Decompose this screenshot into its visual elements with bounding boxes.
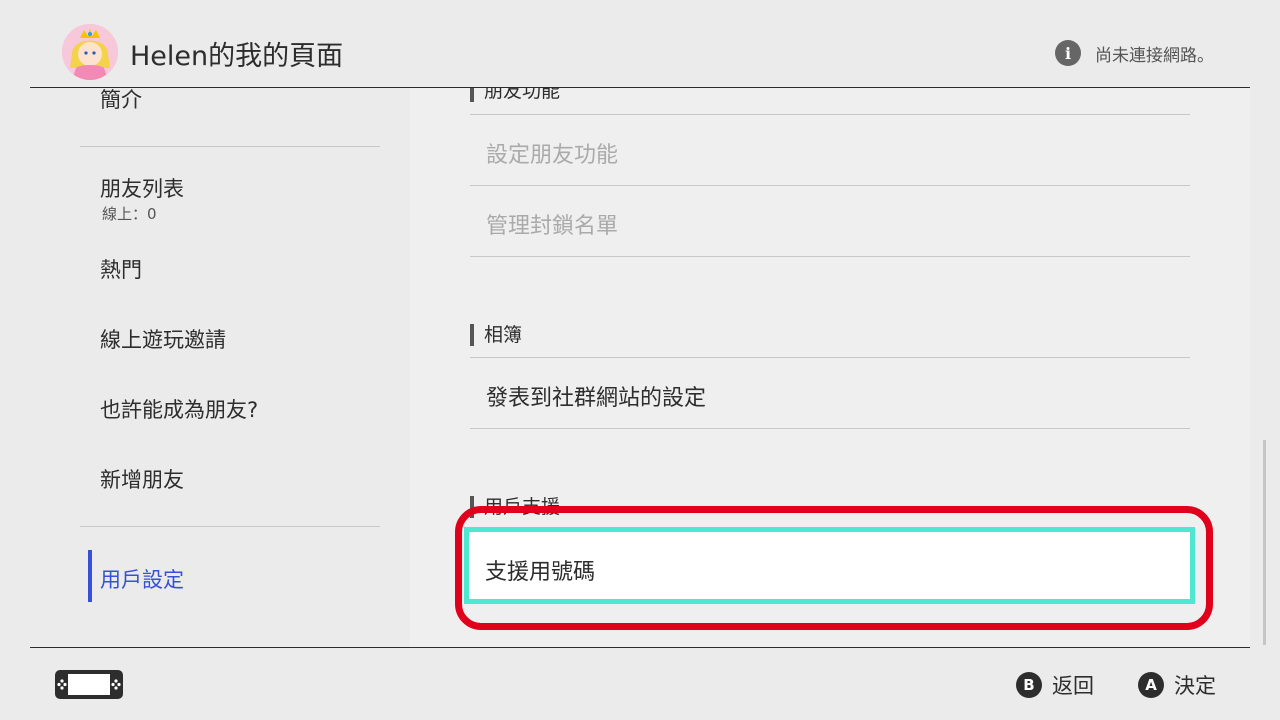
active-indicator (88, 550, 92, 602)
info-icon: i (1055, 40, 1081, 66)
user-avatar[interactable] (62, 24, 118, 80)
row-divider (470, 428, 1190, 429)
footer-divider (30, 647, 1250, 648)
a-button-icon: A (1138, 672, 1164, 698)
page-title: Helen的我的頁面 (130, 41, 344, 72)
network-status[interactable]: i 尚未連接網路。 (1055, 40, 1214, 66)
sidebar: 簡介 朋友列表 線上：0 熱門 線上遊玩邀請 也許能成為朋友? 新增朋友 用戶設… (30, 88, 410, 647)
sidebar-divider (80, 526, 380, 527)
header: Helen的我的頁面 i 尚未連接網路。 (0, 0, 1280, 88)
sidebar-divider (80, 146, 380, 147)
setting-friend-features[interactable]: 設定朋友功能 (486, 137, 618, 169)
sidebar-item-online-invites[interactable]: 線上遊玩邀請 (100, 324, 226, 354)
row-divider (470, 114, 1190, 115)
scrollbar[interactable] (1263, 440, 1266, 645)
sidebar-item-user-settings[interactable]: 用戶設定 (100, 564, 184, 594)
setting-social-posting[interactable]: 發表到社群網站的設定 (486, 380, 706, 412)
sidebar-item-friend-list[interactable]: 朋友列表 (100, 173, 184, 203)
section-heading-friend-features: 朋友功能 (470, 88, 560, 102)
row-divider (470, 357, 1190, 358)
confirm-button-label: 決定 (1174, 674, 1216, 698)
confirm-button[interactable]: A 決定 (1138, 671, 1216, 699)
setting-block-list[interactable]: 管理封鎖名單 (486, 208, 618, 240)
row-divider (470, 256, 1190, 257)
section-heading-album: 相簿 (470, 324, 522, 346)
network-status-text: 尚未連接網路。 (1095, 45, 1214, 66)
highlight-annotation (455, 506, 1213, 630)
back-button-label: 返回 (1052, 674, 1094, 698)
sidebar-item-friend-suggestions[interactable]: 也許能成為朋友? (100, 394, 258, 424)
b-button-icon: B (1016, 672, 1042, 698)
sidebar-item-add-friend[interactable]: 新增朋友 (100, 464, 184, 494)
console-handheld-icon (55, 670, 123, 699)
sidebar-item-trending[interactable]: 熱門 (100, 254, 142, 284)
row-divider (470, 185, 1190, 186)
friend-online-count: 線上：0 (102, 205, 157, 223)
sidebar-item-profile[interactable]: 簡介 (100, 88, 142, 114)
back-button[interactable]: B 返回 (1016, 671, 1094, 699)
avatar-icon (62, 24, 118, 80)
